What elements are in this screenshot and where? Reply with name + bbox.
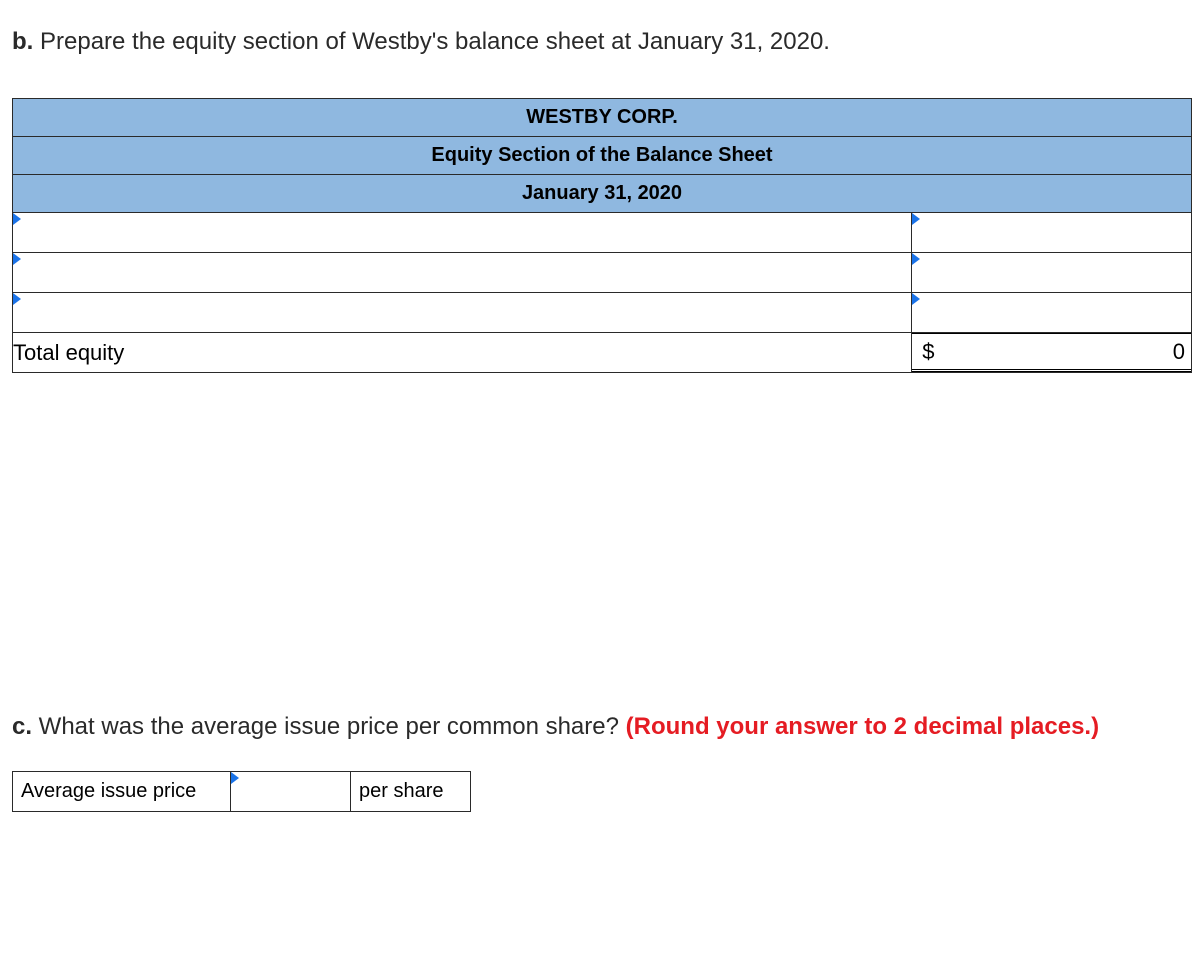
table-header-row: January 31, 2020 (13, 175, 1192, 213)
question-b-text: Prepare the equity section of Westby's b… (33, 28, 830, 55)
equity-item-input-1[interactable] (13, 217, 911, 248)
dropdown-triangle-icon (13, 293, 21, 305)
table-header-row: Equity Section of the Balance Sheet (13, 137, 1192, 175)
dropdown-triangle-icon (13, 213, 21, 225)
total-equity-amount-cell: $ 0 (912, 333, 1192, 373)
equity-amount-input-2[interactable] (912, 257, 1191, 288)
question-c-hint: (Round your answer to 2 decimal places.) (626, 713, 1099, 740)
total-equity-label: Total equity (13, 333, 912, 373)
question-b-prompt: b. Prepare the equity section of Westby'… (12, 28, 1188, 56)
dropdown-triangle-icon (13, 253, 21, 265)
equity-item-dropdown-3[interactable] (13, 293, 912, 333)
equity-item-dropdown-2[interactable] (13, 253, 912, 293)
question-b-letter: b. (12, 28, 33, 55)
equity-amount-dropdown-3[interactable] (912, 293, 1192, 333)
average-issue-price-dropdown[interactable] (231, 772, 351, 812)
equity-input-row (13, 293, 1192, 333)
dropdown-triangle-icon (912, 253, 920, 265)
dropdown-triangle-icon (912, 213, 920, 225)
average-issue-price-input[interactable] (231, 772, 350, 811)
equity-input-row (13, 253, 1192, 293)
equity-item-dropdown-1[interactable] (13, 213, 912, 253)
dropdown-triangle-icon (231, 772, 239, 784)
equity-amount-input-1[interactable] (912, 217, 1191, 248)
dropdown-triangle-icon (912, 293, 920, 305)
section-header: Equity Section of the Balance Sheet (13, 137, 1192, 175)
equity-amount-dropdown-1[interactable] (912, 213, 1192, 253)
question-c-letter: c. (12, 713, 32, 740)
equity-input-row (13, 213, 1192, 253)
table-header-row: WESTBY CORP. (13, 99, 1192, 137)
currency-symbol: $ (916, 339, 934, 365)
date-header: January 31, 2020 (13, 175, 1192, 213)
equity-amount-input-3[interactable] (912, 297, 1191, 328)
average-issue-price-table: Average issue price per share (12, 771, 471, 812)
equity-amount-dropdown-2[interactable] (912, 253, 1192, 293)
total-equity-row: Total equity $ 0 (13, 333, 1192, 373)
equity-item-input-3[interactable] (13, 297, 911, 328)
average-issue-price-label: Average issue price (13, 772, 231, 812)
total-equity-value: 0 (1173, 339, 1187, 365)
equity-section-table: WESTBY CORP. Equity Section of the Balan… (12, 98, 1192, 373)
question-c-text: What was the average issue price per com… (32, 713, 626, 740)
question-c-prompt: c. What was the average issue price per … (12, 713, 1188, 741)
company-header: WESTBY CORP. (13, 99, 1192, 137)
equity-item-input-2[interactable] (13, 257, 911, 288)
per-share-label: per share (351, 772, 471, 812)
